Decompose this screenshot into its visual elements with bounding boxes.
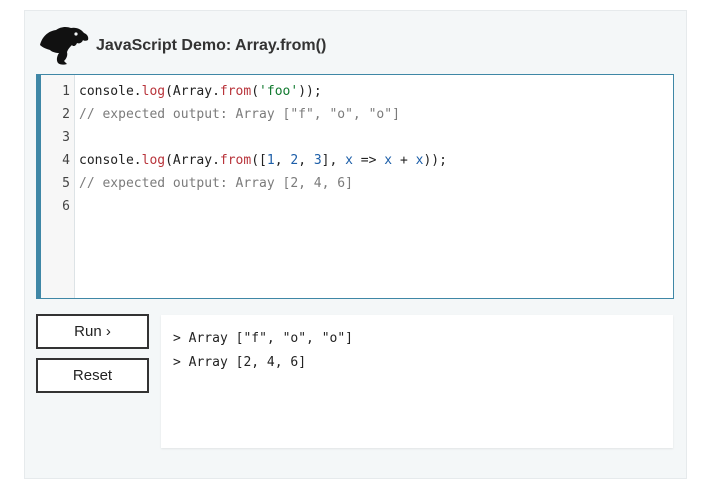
code-token: ], <box>321 153 346 168</box>
line-number: 3 <box>62 130 70 145</box>
code-line: console.log(Array.from('foo')); <box>79 80 673 103</box>
code-token: log <box>141 153 166 168</box>
dinosaur-icon <box>40 26 89 65</box>
demo-header: JavaScript Demo: Array.from() <box>38 25 326 67</box>
code-line: console.log(Array.from([1, 2, 3], x => x… <box>79 149 673 172</box>
code-editor[interactable]: 123456 console.log(Array.from('foo'));//… <box>36 74 674 299</box>
code-token: from <box>219 153 252 168</box>
page-title: JavaScript Demo: Array.from() <box>96 37 327 54</box>
code-line: // expected output: Array ["f", "o", "o"… <box>79 103 673 126</box>
code-token: )); <box>423 153 447 168</box>
code-token: , <box>274 153 291 168</box>
code-token: console. <box>79 84 142 99</box>
code-token: )); <box>298 84 322 99</box>
code-token: // expected output: Array [2, 4, 6] <box>79 176 353 191</box>
code-line: // expected output: Array [2, 4, 6] <box>79 172 673 195</box>
code-token: log <box>141 84 166 99</box>
line-number: 5 <box>62 176 70 191</box>
run-button[interactable]: Run › <box>36 314 149 349</box>
code-token: x <box>345 153 353 168</box>
line-number-gutter: 1 2 3 4 5 6 <box>41 75 75 298</box>
code-token: from <box>219 84 252 99</box>
output-line: > Array [2, 4, 6] <box>173 355 307 370</box>
line-number: 2 <box>62 107 70 122</box>
code-token: , <box>298 153 314 168</box>
line-number: 6 <box>62 199 70 214</box>
line-number: 4 <box>62 153 70 168</box>
code-token: + <box>392 153 416 168</box>
code-token: ( <box>251 84 260 99</box>
code-token: 1 <box>266 153 275 168</box>
code-token: x <box>384 153 393 168</box>
code-token: (Array. <box>165 153 220 168</box>
code-token: 2 <box>290 153 299 168</box>
code-token: (Array. <box>165 84 220 99</box>
code-token: 'foo' <box>259 84 299 99</box>
code-token: console. <box>79 153 142 168</box>
code-token: // expected output: Array ["f", "o", "o"… <box>79 107 400 122</box>
code-token: 3 <box>313 153 322 168</box>
output-line: > Array ["f", "o", "o"] <box>173 331 354 346</box>
code-token: ([ <box>251 153 267 168</box>
code-token: => <box>352 153 385 168</box>
reset-button[interactable]: Reset <box>36 358 149 393</box>
line-number: 1 <box>62 84 70 99</box>
console-output: > Array ["f", "o", "o"] > Array [2, 4, 6] <box>161 315 673 448</box>
code-area[interactable]: console.log(Array.from('foo'));// expect… <box>75 75 673 298</box>
